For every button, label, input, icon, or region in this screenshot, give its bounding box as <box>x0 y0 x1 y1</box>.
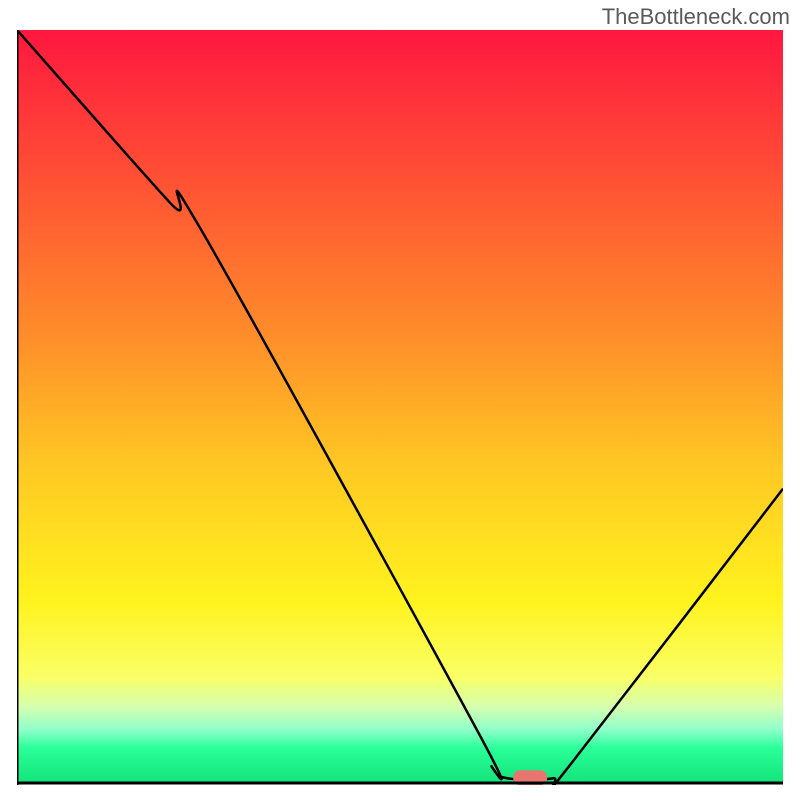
plot-area <box>17 30 783 785</box>
gradient-background <box>17 30 783 782</box>
watermark-text: TheBottleneck.com <box>602 4 790 30</box>
chart-container: TheBottleneck.com <box>0 0 800 800</box>
chart-svg <box>17 30 783 785</box>
